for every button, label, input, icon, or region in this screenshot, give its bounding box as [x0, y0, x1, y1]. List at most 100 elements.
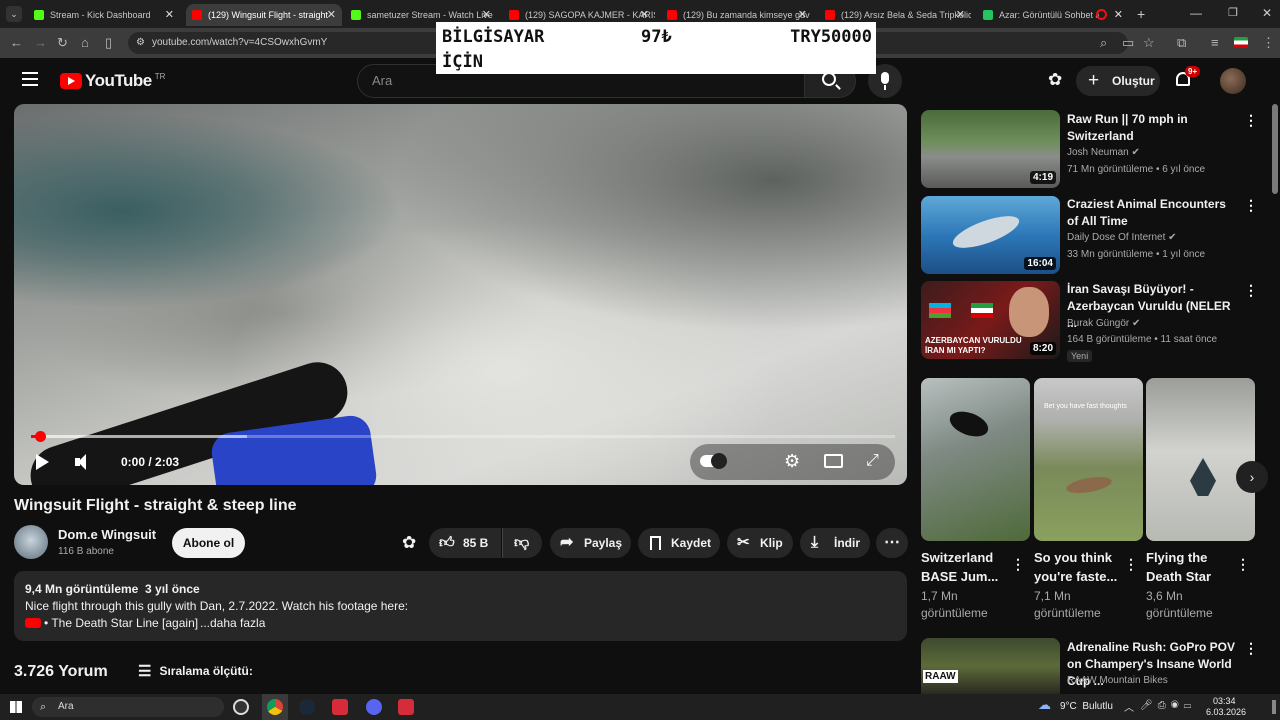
description-box[interactable]: 9,4 Mn görüntüleme 3 yıl önce Nice fligh…: [14, 571, 907, 641]
taskbar-app-red-2[interactable]: [398, 699, 414, 715]
scrubber-handle[interactable]: [34, 431, 46, 442]
ask-ai-icon[interactable]: ✿: [402, 533, 416, 553]
autoplay-toggle[interactable]: [700, 453, 727, 469]
save-button[interactable]: Kaydet: [638, 528, 720, 558]
tab-azar[interactable]: Azar: Görüntülü Sohbet & ✕: [977, 4, 1129, 26]
short-title[interactable]: So you think you're faste...: [1034, 548, 1120, 586]
close-window-button[interactable]: ✕: [1262, 6, 1272, 20]
video-thumbnail[interactable]: 4:19: [921, 110, 1060, 188]
clip-button[interactable]: ✂ Klip: [727, 528, 793, 558]
more-vertical-icon[interactable]: ⋮: [1236, 556, 1250, 573]
taskbar-app-discord[interactable]: [366, 699, 382, 715]
description-link[interactable]: • The Death Star Line [again]: [25, 616, 198, 630]
kick-icon: [34, 10, 44, 20]
play-button[interactable]: [36, 454, 49, 470]
subscribe-button[interactable]: Abone ol: [172, 528, 245, 558]
more-vertical-icon[interactable]: ⋮: [1011, 556, 1025, 573]
theater-mode-icon[interactable]: [824, 454, 843, 468]
forward-icon[interactable]: →: [34, 35, 47, 50]
minimize-button[interactable]: —: [1190, 6, 1202, 20]
autoplay-play-icon: [711, 453, 727, 469]
tray-icons[interactable]: 🎤︎⎙◉▭: [1140, 700, 1196, 711]
video-channel[interactable]: Josh Neuman ✔: [1067, 147, 1140, 158]
close-icon[interactable]: ✕: [956, 8, 965, 21]
video-channel[interactable]: RAAW Mountain Bikes: [1067, 675, 1168, 686]
more-vertical-icon[interactable]: ⋮: [1244, 640, 1258, 657]
video-thumbnail[interactable]: 16:04: [921, 196, 1060, 274]
weather-icon[interactable]: ☁: [1038, 697, 1051, 713]
menu-icon[interactable]: [22, 72, 38, 86]
browser-menu-icon[interactable]: ⋮: [1262, 35, 1275, 51]
close-icon[interactable]: ✕: [1114, 8, 1123, 21]
profile-flag-icon[interactable]: [1234, 37, 1248, 48]
split-view-icon[interactable]: ▯: [105, 35, 112, 51]
video-title-link[interactable]: Craziest Animal Encounters of All Time: [1067, 196, 1237, 230]
close-icon[interactable]: ✕: [327, 8, 336, 21]
settings-gear-icon[interactable]: ⚙: [784, 451, 800, 472]
bookmark-star-icon[interactable]: ☆: [1143, 35, 1155, 51]
more-vertical-icon[interactable]: ⋮: [1244, 197, 1258, 214]
short-thumbnail[interactable]: [1146, 378, 1255, 541]
fullscreen-icon[interactable]: ⤢: [866, 452, 879, 470]
taskbar-app-steam[interactable]: [299, 699, 315, 715]
volume-icon[interactable]: [75, 454, 91, 470]
site-info-icon[interactable]: ⚙: [136, 32, 145, 54]
channel-avatar[interactable]: [14, 525, 48, 559]
taskbar-app-chrome[interactable]: [262, 694, 288, 720]
show-desktop-button[interactable]: [1272, 700, 1276, 714]
video-thumbnail[interactable]: AZERBAYCAN VURULDU İRAN MI YAPTI? 8:20: [921, 281, 1060, 359]
cast-icon[interactable]: ▭: [1122, 35, 1134, 51]
reading-list-icon[interactable]: ≡: [1211, 35, 1219, 50]
close-icon[interactable]: ✕: [482, 8, 491, 21]
close-icon[interactable]: ✕: [640, 8, 649, 21]
tab-search-icon[interactable]: ⌄: [6, 6, 22, 22]
short-thumbnail[interactable]: [921, 378, 1030, 541]
shorts-next-button[interactable]: ›: [1236, 461, 1268, 493]
maximize-button[interactable]: ❐: [1228, 6, 1238, 19]
short-title[interactable]: Flying the Death Star: [1146, 548, 1232, 586]
video-title-link[interactable]: Raw Run || 70 mph in Switzerland: [1067, 111, 1237, 145]
sort-button[interactable]: ☰ Sıralama ölçütü:: [138, 662, 253, 680]
studio-icon[interactable]: ✿: [1048, 70, 1068, 90]
short-thumbnail[interactable]: Bet you have fast thoughts: [1034, 378, 1143, 541]
taskbar-app-red-1[interactable]: [332, 699, 348, 715]
short-title[interactable]: Switzerland BASE Jum...: [921, 548, 1007, 586]
youtube-logo[interactable]: YouTube TR: [60, 71, 165, 91]
windows-start-icon[interactable]: [10, 701, 22, 713]
taskbar-date[interactable]: 6.03.2026: [1206, 707, 1246, 717]
download-button[interactable]: ⤓ İndir: [800, 528, 870, 558]
reload-icon[interactable]: ↻: [57, 35, 68, 51]
progress-bar[interactable]: [31, 431, 895, 442]
more-vertical-icon[interactable]: ⋮: [1244, 282, 1258, 299]
taskbar-search[interactable]: ⌕ Ara: [32, 697, 224, 717]
more-vertical-icon[interactable]: ⋮: [1244, 112, 1258, 129]
home-icon[interactable]: ⌂: [81, 35, 89, 50]
tab-wingsuit[interactable]: (129) Wingsuit Flight - straight ✕: [186, 4, 342, 26]
tray-chevron-up-icon[interactable]: ︿: [1124, 699, 1134, 714]
video-channel[interactable]: Burak Güngör ✔: [1067, 318, 1140, 329]
video-player[interactable]: 0:00 / 2:03 ⚙ ⤢: [14, 104, 907, 485]
taskbar-time[interactable]: 03:34: [1213, 696, 1236, 706]
like-button[interactable]: 👍︎ 85 B: [429, 528, 501, 558]
video-channel[interactable]: Daily Dose Of Internet ✔: [1067, 232, 1177, 243]
more-actions-button[interactable]: ⋯: [876, 528, 908, 558]
video-thumbnail[interactable]: RAAW: [921, 638, 1060, 694]
extensions-icon[interactable]: ⧉: [1177, 35, 1186, 51]
weather-text[interactable]: 9°C Bulutlu: [1060, 701, 1113, 712]
show-more-link[interactable]: ...daha fazla: [200, 616, 265, 630]
close-icon[interactable]: ✕: [165, 8, 174, 21]
share-button[interactable]: ➦ Paylaş: [550, 528, 631, 558]
dislike-button[interactable]: 👎︎: [502, 528, 542, 558]
zoom-icon[interactable]: ⌕: [1100, 35, 1107, 51]
tab-kick-dashboard[interactable]: Stream - Kick Dashboard ✕: [28, 4, 180, 26]
page-scrollbar[interactable]: [1272, 104, 1278, 194]
close-icon[interactable]: ✕: [798, 8, 807, 21]
new-tab-button[interactable]: +: [1137, 6, 1145, 22]
channel-name[interactable]: Dom.e Wingsuit: [58, 527, 156, 542]
avatar[interactable]: [1220, 68, 1246, 94]
create-button[interactable]: + Oluştur: [1076, 66, 1160, 96]
back-icon[interactable]: ←: [10, 35, 23, 50]
more-vertical-icon[interactable]: ⋮: [1124, 556, 1138, 573]
notifications-button[interactable]: 9+: [1174, 66, 1201, 92]
taskbar-app-obs[interactable]: [233, 699, 249, 715]
